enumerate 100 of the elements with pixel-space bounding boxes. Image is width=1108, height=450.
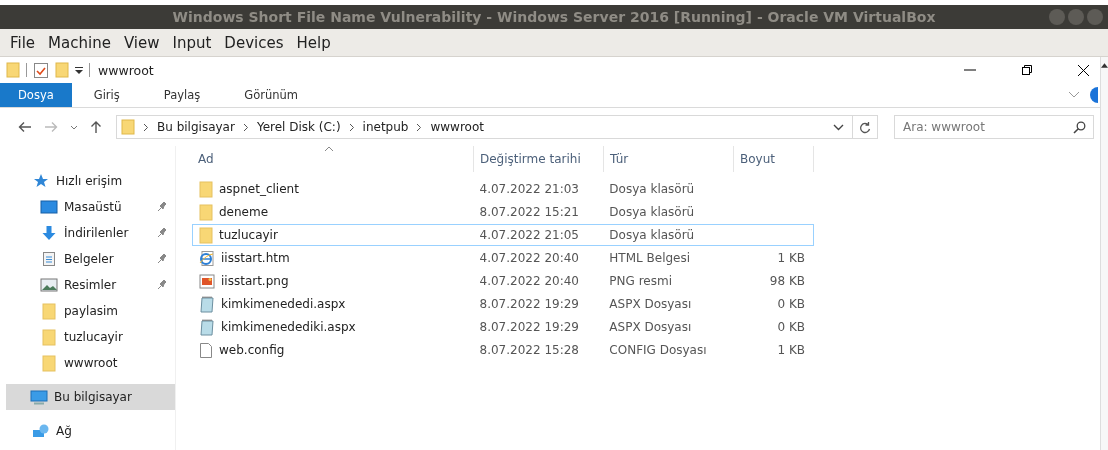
breadcrumb-item[interactable]: Yerel Disk (C:) xyxy=(256,120,341,134)
date-modified: 4.07.2022 21:05 xyxy=(479,228,579,242)
file-row[interactable]: deneme 8.07.2022 15:21 Dosya klasörü xyxy=(192,201,814,223)
file-name: kimkimenedediki.aspx xyxy=(221,320,356,334)
chevron-down-icon[interactable] xyxy=(70,124,78,130)
file-type: Dosya klasörü xyxy=(609,182,695,196)
nav-item[interactable]: İndirilenler xyxy=(0,220,175,246)
file-row[interactable]: web.config 8.07.2022 15:28 CONFIG Dosyası 1 KB xyxy=(192,339,814,361)
file-row[interactable]: iisstart.png 4.07.2022 20:40 PNG resmi 98 KB xyxy=(192,270,814,292)
window-title: wwwroot xyxy=(98,62,154,78)
close-icon[interactable] xyxy=(1077,63,1090,77)
nav-item[interactable]: tuzlucayir xyxy=(0,324,175,350)
folder-icon xyxy=(199,203,213,221)
ribbon-tab[interactable]: Paylaş xyxy=(141,83,223,107)
file-row[interactable]: kimkimenedediki.aspx 8.07.2022 19:29 ASPX Dosyası 0 KB xyxy=(192,316,814,338)
notepad-file-icon xyxy=(199,318,215,336)
back-arrow-icon[interactable] xyxy=(18,121,32,133)
file-size: 0 KB xyxy=(777,320,805,334)
nav-item[interactable]: Resimler xyxy=(0,272,175,298)
nav-item[interactable]: Masaüstü xyxy=(0,194,175,220)
refresh-icon xyxy=(859,120,871,134)
file-size: 1 KB xyxy=(777,343,805,357)
notepad-file-icon xyxy=(199,295,215,313)
properties-icon[interactable] xyxy=(33,61,49,79)
file-type: ASPX Dosyası xyxy=(609,320,692,334)
pin-icon[interactable] xyxy=(157,202,167,212)
folder-icon xyxy=(199,180,213,198)
file-name: iisstart.png xyxy=(221,274,289,288)
chevron-right-icon xyxy=(242,122,249,132)
nav-item[interactable]: Ağ xyxy=(0,418,175,444)
file-name: deneme xyxy=(219,205,269,219)
scroll-up-icon[interactable] xyxy=(1101,62,1108,68)
menu-item[interactable]: Devices xyxy=(224,33,284,52)
sort-caret-icon xyxy=(324,146,334,152)
file-name: aspnet_client xyxy=(219,182,299,196)
date-modified: 8.07.2022 15:28 xyxy=(479,343,579,357)
ribbon-tab[interactable]: Giriş xyxy=(71,83,142,107)
nav-item[interactable]: Hızlı erişim xyxy=(0,168,175,194)
breadcrumb-item[interactable]: wwwroot xyxy=(430,120,484,134)
date-modified: 8.07.2022 19:29 xyxy=(479,297,579,311)
blank-file-icon xyxy=(199,341,213,359)
breadcrumb-item[interactable]: inetpub xyxy=(362,120,409,134)
chevron-right-icon xyxy=(348,122,355,132)
folder-icon xyxy=(199,226,213,244)
file-row[interactable]: kimkimenededi.aspx 8.07.2022 19:29 ASPX Dosyası 0 KB xyxy=(192,293,814,315)
up-arrow-icon[interactable] xyxy=(90,120,102,134)
document-icon xyxy=(40,251,58,267)
column-header[interactable]: Boyut xyxy=(734,146,814,172)
column-header[interactable]: Değiştirme tarihi xyxy=(474,146,604,172)
search-icon xyxy=(1073,121,1086,134)
nav-item[interactable]: Belgeler xyxy=(0,246,175,272)
date-modified: 4.07.2022 20:40 xyxy=(479,251,579,265)
menu-item[interactable]: Input xyxy=(172,33,212,52)
restore-icon[interactable] xyxy=(1021,64,1033,76)
pin-icon[interactable] xyxy=(157,280,167,290)
download-arrow-icon xyxy=(40,225,58,241)
ribbon-tab[interactable]: Görünüm xyxy=(222,83,321,107)
file-type: Dosya klasörü xyxy=(609,205,695,219)
pin-icon[interactable] xyxy=(157,228,167,238)
address-bar[interactable]: Bu bilgisayar Yerel Disk (C:) inetpub wwwroot xyxy=(116,115,878,139)
network-icon xyxy=(32,423,50,439)
file-name: iisstart.htm xyxy=(221,251,290,265)
menu-item[interactable]: Help xyxy=(296,33,331,52)
file-name: web.config xyxy=(219,343,285,357)
folder-icon xyxy=(40,328,58,346)
chevron-right-icon xyxy=(143,122,149,132)
menu-item[interactable]: Machine xyxy=(48,33,111,52)
file-size: 1 KB xyxy=(777,251,805,265)
breadcrumb-item[interactable]: Bu bilgisayar xyxy=(157,120,235,134)
file-row[interactable]: aspnet_client 4.07.2022 21:03 Dosya klasörü xyxy=(192,178,814,200)
column-header[interactable]: Tür xyxy=(604,146,734,172)
nav-item[interactable]: wwwroot xyxy=(0,350,175,376)
menu-item[interactable]: View xyxy=(123,33,160,52)
file-type: CONFIG Dosyası xyxy=(609,343,707,357)
file-row[interactable]: iisstart.htm 4.07.2022 20:40 HTML Belgesi 1 KB xyxy=(192,247,814,269)
file-type: ASPX Dosyası xyxy=(609,297,692,311)
file-size: 98 KB xyxy=(769,274,805,288)
image-file-icon xyxy=(199,273,215,289)
chevron-down-icon[interactable] xyxy=(833,123,844,131)
menu-item[interactable]: File xyxy=(10,33,36,52)
file-type: PNG resmi xyxy=(609,274,672,288)
chevron-right-icon xyxy=(416,122,423,132)
nav-item[interactable]: paylasim xyxy=(0,298,175,324)
window-title: Windows Short File Name Vulnerability - Windows Server 2016 [Running] - Oracle VM VirtualBox xyxy=(172,9,936,25)
ribbon-tab[interactable]: Dosya xyxy=(0,83,72,107)
help-icon[interactable] xyxy=(1088,87,1098,103)
file-row[interactable]: tuzlucayir 4.07.2022 21:05 Dosya klasörü xyxy=(192,224,814,246)
dropdown-icon[interactable] xyxy=(75,66,83,74)
file-size: 0 KB xyxy=(777,297,805,311)
folder-icon xyxy=(40,302,58,320)
nav-item[interactable]: Bu bilgisayar xyxy=(6,384,175,410)
desktop-icon xyxy=(40,200,58,214)
scroll-bar[interactable] xyxy=(1100,57,1108,450)
file-type: HTML Belgesi xyxy=(609,251,691,265)
column-header[interactable]: Ad xyxy=(192,146,474,172)
pin-icon[interactable] xyxy=(157,254,167,264)
date-modified: 4.07.2022 20:40 xyxy=(479,274,579,288)
folder-icon xyxy=(121,119,135,135)
file-type: Dosya klasörü xyxy=(609,228,695,242)
search-field[interactable]: Ara: wwwroot xyxy=(894,115,1094,139)
